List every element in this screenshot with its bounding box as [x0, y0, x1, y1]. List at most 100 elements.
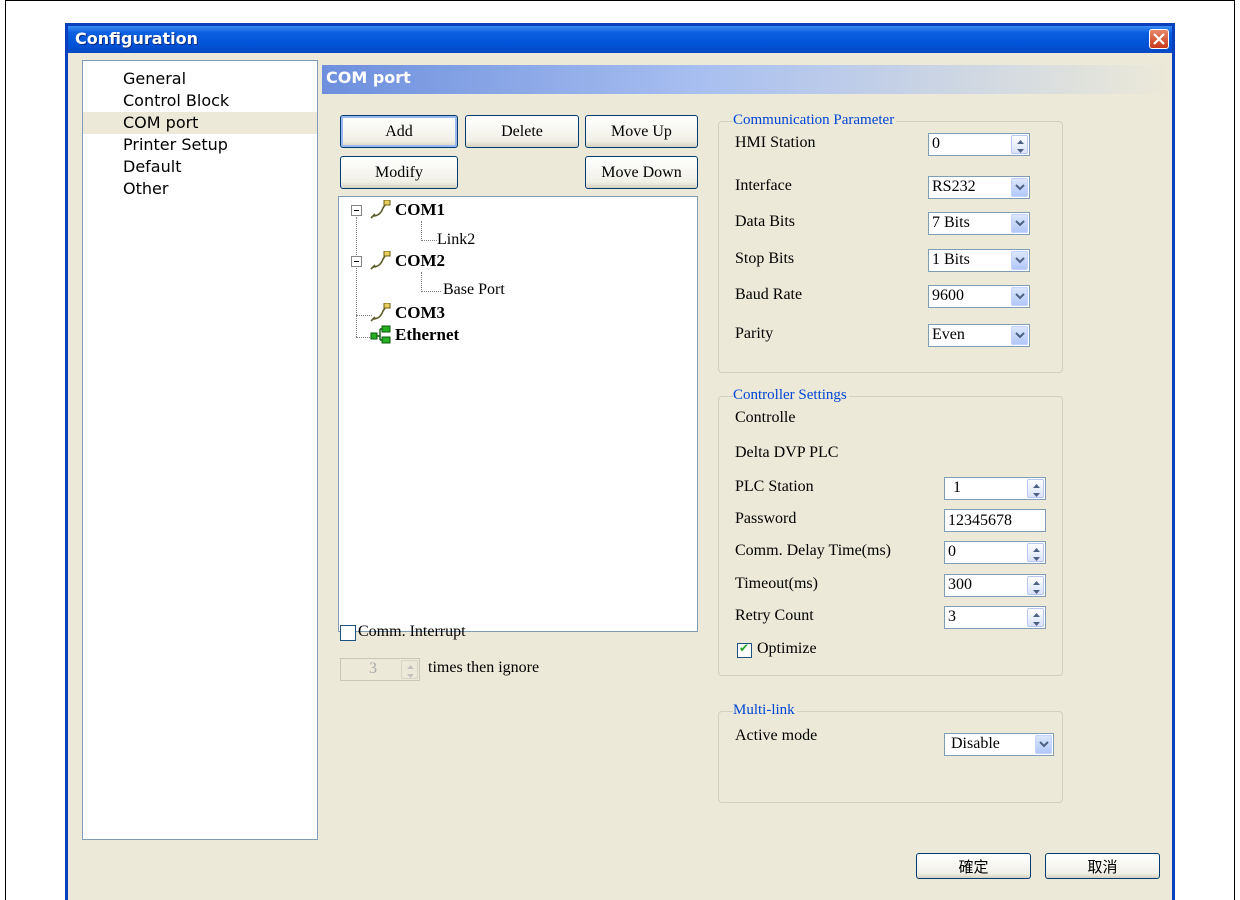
stepper-buttons[interactable]: [1027, 608, 1044, 627]
hmi-station-value: 0: [932, 135, 940, 152]
chevron-down-icon: [1015, 257, 1025, 264]
interrupt-times-stepper: 3: [340, 658, 420, 681]
move-up-button[interactable]: Move Up: [585, 115, 698, 148]
controller-settings-legend: Controller Settings: [733, 387, 849, 404]
comm-delay-value: 0: [948, 543, 956, 560]
tree-connector: [421, 240, 437, 241]
retry-count-label: Retry Count: [735, 607, 814, 624]
network-icon: [370, 325, 391, 344]
tree-node-ethernet[interactable]: Ethernet: [395, 324, 459, 346]
dropdown-button[interactable]: [1011, 214, 1028, 233]
serial-cable-icon: [370, 303, 391, 322]
panel-title: COM port: [326, 68, 411, 87]
password-label: Password: [735, 510, 797, 527]
controller-settings-group: Controller Settings: [718, 387, 1063, 676]
password-field[interactable]: 12345678: [944, 509, 1046, 532]
serial-cable-icon: [370, 251, 391, 270]
optimize-label: Optimize: [757, 640, 817, 657]
chevron-down-icon: [1015, 293, 1025, 300]
parity-value: Even: [932, 326, 965, 343]
tree-connector: [421, 291, 441, 292]
nav-item-general[interactable]: General: [123, 68, 186, 90]
panel-header: COM port: [322, 65, 1169, 94]
optimize-checkbox[interactable]: [737, 641, 752, 658]
data-bits-label: Data Bits: [735, 213, 795, 230]
data-bits-value: 7 Bits: [932, 214, 970, 231]
dropdown-button[interactable]: [1011, 251, 1028, 270]
serial-cable-icon: [370, 200, 391, 219]
plc-station-stepper[interactable]: 1: [944, 477, 1046, 500]
dropdown-button[interactable]: [1011, 326, 1028, 345]
nav-item-default[interactable]: Default: [123, 156, 181, 178]
com-port-tree[interactable]: COM1 Link2 COM2 Base Port COM3 Ethernet: [338, 196, 698, 632]
timeout-label: Timeout(ms): [735, 575, 818, 592]
delete-button[interactable]: Delete: [465, 115, 579, 148]
dropdown-button[interactable]: [1011, 178, 1028, 197]
tree-node-com2[interactable]: COM2: [395, 250, 445, 272]
comm-interrupt-label: Comm. Interrupt: [358, 623, 466, 640]
move-down-button[interactable]: Move Down: [585, 156, 698, 189]
close-icon: [1153, 33, 1165, 45]
comm-delay-stepper[interactable]: 0: [944, 541, 1046, 564]
close-button[interactable]: [1149, 29, 1169, 49]
times-then-ignore-label: times then ignore: [428, 659, 540, 676]
hmi-station-stepper[interactable]: 0: [928, 133, 1030, 156]
nav-item-printer-setup[interactable]: Printer Setup: [123, 134, 228, 156]
configuration-dialog: Configuration General Control Block COM …: [65, 23, 1175, 900]
stepper-buttons[interactable]: [1011, 135, 1028, 154]
interface-select[interactable]: RS232: [928, 176, 1030, 199]
stop-bits-label: Stop Bits: [735, 250, 795, 267]
hmi-station-label: HMI Station: [735, 134, 816, 151]
up-down-arrows-icon: [1033, 581, 1040, 594]
retry-count-stepper[interactable]: 3: [944, 606, 1046, 629]
collapse-icon[interactable]: [351, 256, 362, 267]
up-down-arrows-icon: [1033, 484, 1040, 497]
nav-item-other[interactable]: Other: [123, 178, 168, 200]
tree-node-link2[interactable]: Link2: [437, 229, 475, 251]
controller-name: Delta DVP PLC: [735, 444, 839, 461]
multi-link-group: Multi-link: [718, 702, 1063, 803]
chevron-down-icon: [1015, 220, 1025, 227]
active-mode-value: Disable: [951, 735, 1000, 752]
tree-connector: [356, 337, 370, 338]
collapse-icon[interactable]: [351, 205, 362, 216]
interface-label: Interface: [735, 177, 792, 194]
chevron-down-icon: [1039, 741, 1049, 748]
dropdown-button[interactable]: [1035, 735, 1052, 754]
stop-bits-value: 1 Bits: [932, 251, 970, 268]
add-button[interactable]: Add: [340, 115, 458, 148]
active-mode-label: Active mode: [735, 727, 818, 744]
chevron-down-icon: [1015, 332, 1025, 339]
baud-rate-select[interactable]: 9600: [928, 285, 1030, 308]
parity-select[interactable]: Even: [928, 324, 1030, 347]
data-bits-select[interactable]: 7 Bits: [928, 212, 1030, 235]
category-list: General Control Block COM port Printer S…: [82, 60, 318, 840]
tree-node-com3[interactable]: COM3: [395, 302, 445, 324]
nav-item-control-block[interactable]: Control Block: [123, 90, 229, 112]
stepper-buttons[interactable]: [1027, 576, 1044, 595]
active-mode-select[interactable]: Disable: [944, 733, 1054, 756]
timeout-stepper[interactable]: 300: [944, 574, 1046, 597]
tree-connector: [356, 217, 357, 337]
plc-station-value: 1: [953, 479, 961, 496]
tree-node-base-port[interactable]: Base Port: [443, 279, 505, 301]
stepper-buttons[interactable]: [1027, 479, 1044, 498]
comm-interrupt-checkbox[interactable]: [340, 625, 356, 641]
tree-connector: [421, 221, 422, 241]
up-down-arrows-icon: [1033, 548, 1040, 561]
stop-bits-select[interactable]: 1 Bits: [928, 249, 1030, 272]
dropdown-button[interactable]: [1011, 287, 1028, 306]
plc-station-label: PLC Station: [735, 478, 814, 495]
stepper-buttons[interactable]: [1027, 543, 1044, 562]
communication-parameter-legend: Communication Parameter: [733, 112, 897, 129]
nav-item-com-port[interactable]: COM port: [83, 112, 317, 134]
tree-node-com1[interactable]: COM1: [395, 199, 445, 221]
title-bar[interactable]: Configuration: [68, 26, 1172, 53]
up-down-arrows-icon: [407, 665, 414, 678]
parity-label: Parity: [735, 325, 774, 342]
modify-button[interactable]: Modify: [340, 156, 458, 189]
stepper-buttons: [401, 660, 418, 679]
cancel-button[interactable]: 取消: [1045, 853, 1160, 879]
comm-delay-label: Comm. Delay Time(ms): [735, 542, 892, 559]
ok-button[interactable]: 確定: [916, 853, 1031, 879]
